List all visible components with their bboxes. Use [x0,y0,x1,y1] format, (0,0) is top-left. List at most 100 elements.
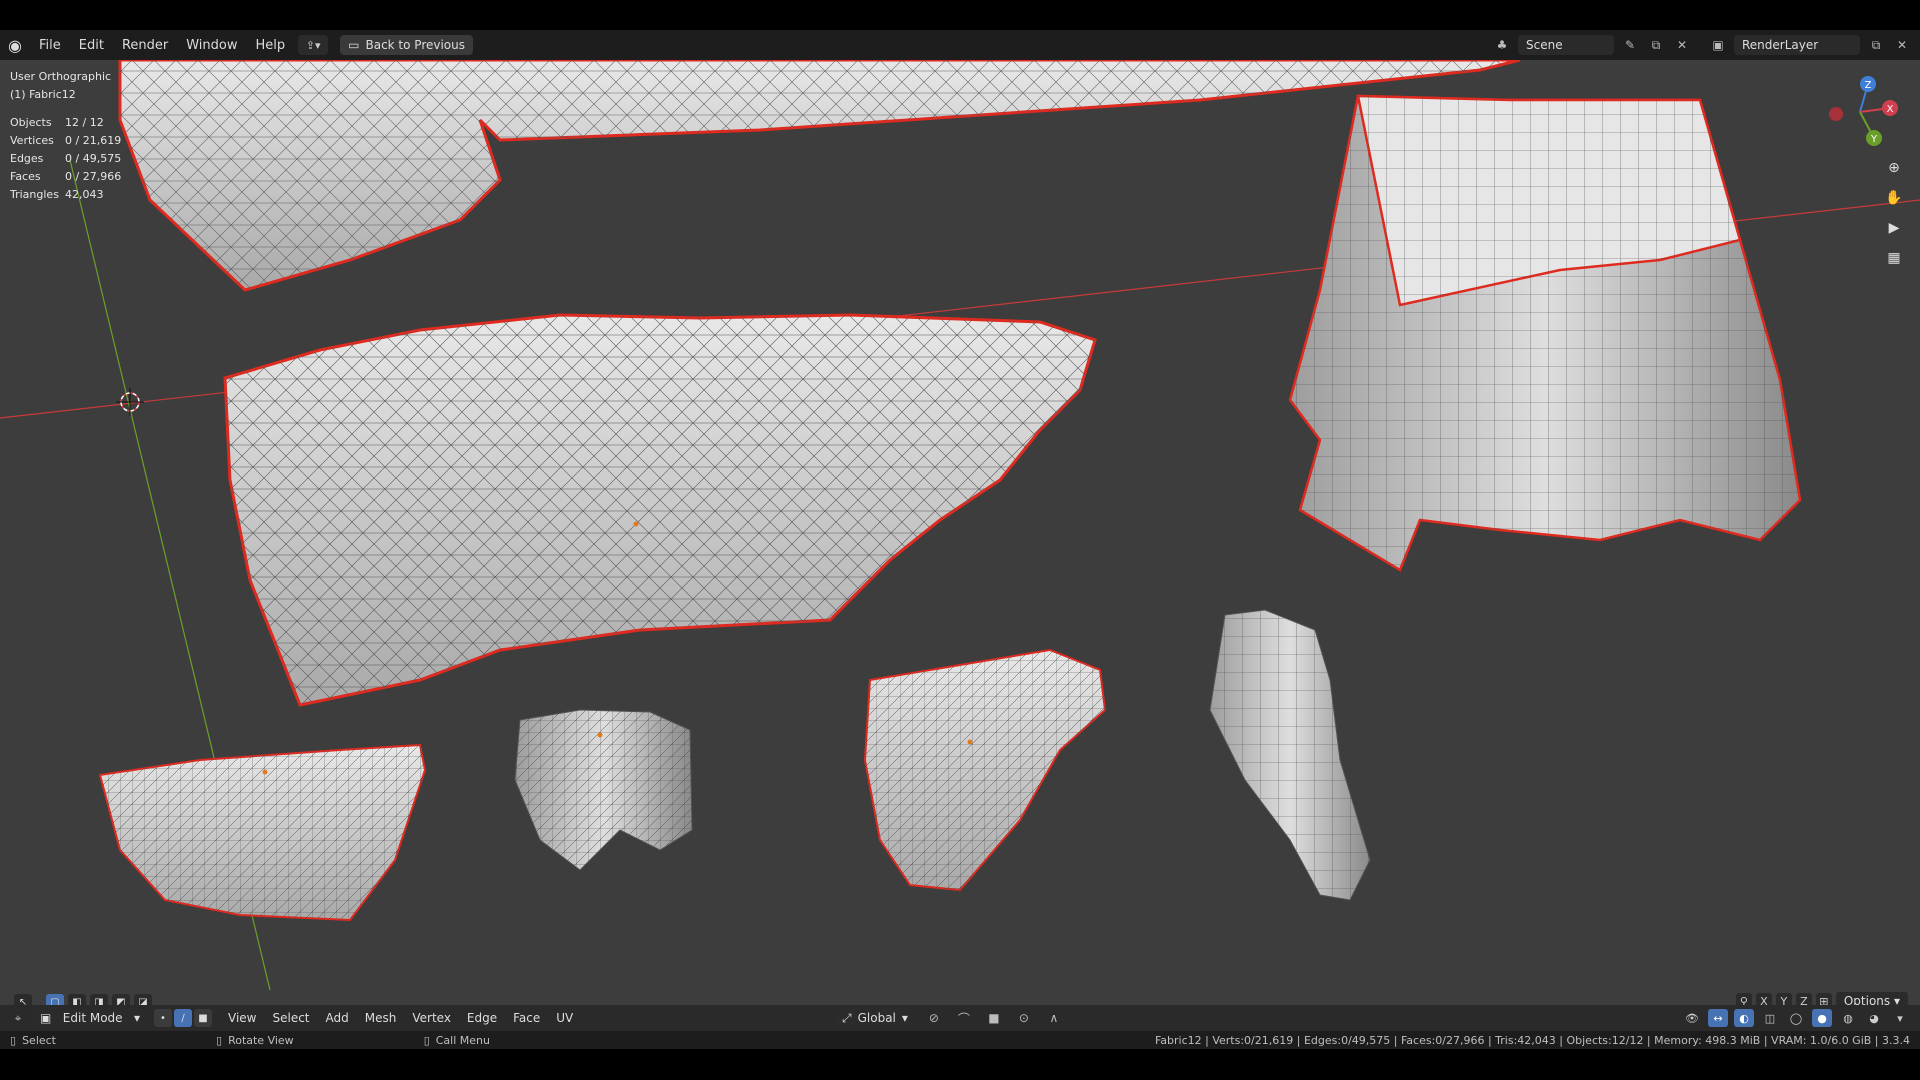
vertex-select-icon[interactable]: • [154,1009,172,1027]
mode-label: Edit Mode [62,1011,123,1025]
stat-label: Objects [10,116,52,129]
menu-help[interactable]: Help [247,38,295,53]
overlays-toggle-icon[interactable]: ◐ [1734,1009,1754,1027]
navigation-gizmo[interactable]: Z X Y [1820,72,1900,152]
pivot-point-icon[interactable]: ⊘ [924,1008,944,1028]
scene-icon[interactable]: ♣ [1492,35,1512,55]
menu-file[interactable]: File [30,38,70,53]
gizmo-toggle-icon[interactable]: ↔ [1708,1009,1728,1027]
menu-render[interactable]: Render [113,38,177,53]
chevron-down-icon: ▾ [901,1011,908,1025]
3d-viewport[interactable]: User Orthographic (1) Fabric12 Objects 12… [0,60,1920,1020]
render-layer-field[interactable]: RenderLayer [1734,35,1860,55]
new-layer-icon[interactable]: ⧉ [1866,35,1886,55]
active-object-name: (1) Fabric12 [10,88,76,101]
menu-select[interactable]: Select [264,1011,317,1025]
orientation-label: Global [857,1011,896,1025]
stat-label: Triangles [10,188,59,201]
status-info: Fabric12 | Verts:0/21,619 | Edges:0/49,5… [1154,1033,1910,1047]
visibility-icon[interactable]: 👁 [1682,1009,1702,1027]
fabric-large-sheet [223,313,1097,707]
menu-edit[interactable]: Edit [70,38,113,53]
stat-value: 0 / 21,619 [65,134,122,147]
gizmo-x-label: X [1887,104,1894,115]
3d-cursor [116,388,144,416]
gizmo-z-label: Z [1865,80,1872,91]
view-layer-icon[interactable]: ▣ [1708,35,1728,55]
face-select-icon[interactable]: ■ [194,1009,212,1027]
scene-render [0,60,1920,991]
fabric-small-1 [98,743,427,922]
menu-vertex[interactable]: Vertex [404,1011,459,1025]
upload-icon: ⇪ [305,38,315,52]
zoom-icon[interactable]: ⊕ [1882,156,1906,180]
mouse-right-icon: ▯ [423,1033,430,1047]
status-rotate-label: Rotate View [228,1033,294,1047]
scene-controls: ♣ Scene ✎ ⧉ ✕ ▣ RenderLayer ⧉ ✕ [1492,30,1912,60]
shading-options-icon[interactable]: ▾ [1890,1009,1910,1027]
fabric-small-4 [1209,609,1371,901]
solid-shading-icon[interactable]: ● [1812,1009,1832,1027]
status-bar: ▯ Select ▯ Rotate View ▯ Call Menu Fabri… [0,1031,1920,1049]
fabric-small-2 [514,709,693,871]
grid-icon[interactable]: ▦ [1882,246,1906,270]
main-menu: File Edit Render Window Help [30,30,294,60]
wireframe-shading-icon[interactable]: ◯ [1786,1009,1806,1027]
pan-hand-icon[interactable]: ✋ [1882,186,1906,210]
workspace-dropdown[interactable]: ⇪ ▾ [298,35,329,55]
top-bar: ◉ File Edit Render Window Help ⇪ ▾ ▭ Bac… [0,30,1920,60]
screen-icon: ▭ [348,38,360,52]
close-layer-icon[interactable]: ✕ [1892,35,1912,55]
rendered-shading-icon[interactable]: ◕ [1864,1009,1884,1027]
selection-mode-buttons: • ∕ ■ [154,1009,212,1027]
stat-edges: Edges 0 / 49,575 [10,150,121,168]
gizmo-y-label: Y [1870,134,1878,145]
menu-edge[interactable]: Edge [459,1011,505,1025]
editor-type-icon[interactable]: ⌖ [8,1008,28,1028]
material-shading-icon[interactable]: ◍ [1838,1009,1858,1027]
navigation-icons: ⊕ ✋ ▶ ▦ [1882,156,1906,270]
chevron-down-icon: ▾ [314,38,321,52]
menu-face[interactable]: Face [505,1011,548,1025]
falloff-icon[interactable]: ∧ [1044,1008,1064,1028]
scene-name: Scene [1526,38,1563,52]
chevron-down-icon: ▾ [133,1011,140,1025]
snap-icon[interactable]: ⌒ [954,1008,974,1028]
menu-window[interactable]: Window [177,38,246,53]
stat-value: 42,043 [65,188,104,201]
proportional-edit-icon[interactable]: ⊙ [1014,1008,1034,1028]
close-scene-icon[interactable]: ✕ [1672,35,1692,55]
menu-uv[interactable]: UV [548,1011,581,1025]
stat-label: Vertices [10,134,54,147]
snap-target-icon[interactable]: ■ [984,1008,1004,1028]
status-rotate: ▯ Rotate View [216,1034,294,1047]
scene-field[interactable]: Scene [1518,35,1614,55]
menu-mesh[interactable]: Mesh [357,1011,405,1025]
mode-selector[interactable]: ▣ Edit Mode ▾ [34,1008,146,1028]
menu-view[interactable]: View [220,1011,264,1025]
stat-objects: Objects 12 / 12 [10,114,121,132]
edge-select-icon[interactable]: ∕ [174,1009,192,1027]
viewport-overlay-stats: User Orthographic (1) Fabric12 Objects 12… [10,68,121,204]
stat-faces: Faces 0 / 27,966 [10,168,121,186]
back-to-previous-button[interactable]: ▭ Back to Previous [340,35,474,55]
edit-mode-icon: ▣ [40,1011,52,1025]
new-scene-icon[interactable]: ⧉ [1646,35,1666,55]
orientation-selector[interactable]: ⤢ Global ▾ [836,1008,914,1028]
blender-logo-icon[interactable]: ◉ [0,36,30,55]
transform-controls: ⤢ Global ▾ ⊘ ⌒ ■ ⊙ ∧ [836,1005,1064,1031]
mouse-middle-icon: ▯ [216,1033,223,1047]
fabric-top-sheet [118,60,1521,292]
back-to-previous-label: Back to Previous [365,38,466,52]
stat-label: Edges [10,152,44,165]
3d-view-header: ⌖ ▣ Edit Mode ▾ • ∕ ■ View Select Add Me… [0,1005,1920,1031]
xray-toggle-icon[interactable]: ◫ [1760,1009,1780,1027]
menu-add[interactable]: Add [318,1011,357,1025]
header-menu: View Select Add Mesh Vertex Edge Face UV [220,1011,581,1025]
pin-icon[interactable]: ✎ [1620,35,1640,55]
orientation-icon: ⤢ [842,1010,852,1025]
fabric-table-cover [1288,94,1802,572]
camera-icon[interactable]: ▶ [1882,216,1906,240]
view-name: User Orthographic [10,70,112,83]
status-select-label: Select [22,1033,56,1047]
